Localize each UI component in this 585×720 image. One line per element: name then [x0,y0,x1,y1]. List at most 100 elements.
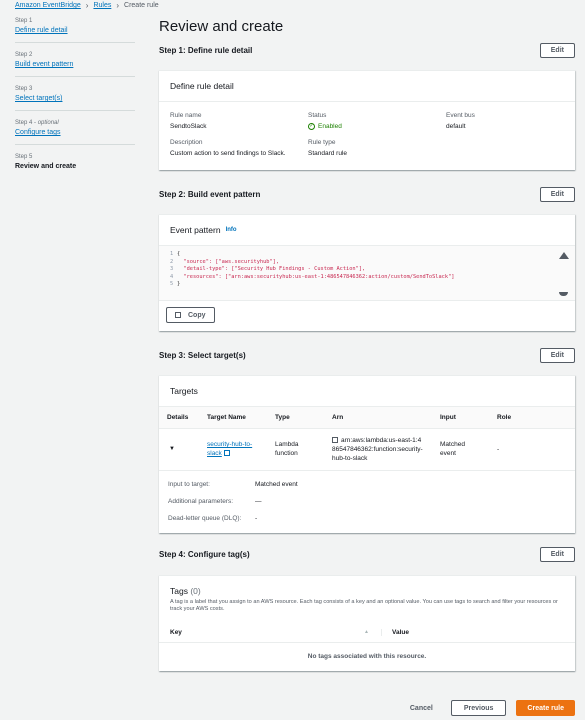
col-key: Key [170,628,182,636]
step-link-select-targets[interactable]: Select target(s) [15,95,135,111]
step3-edit-button[interactable]: Edit [539,347,575,363]
wizard-step-1: Step 1 Define rule detail [15,18,135,43]
breadcrumb-current: Create rule [124,2,159,9]
breadcrumb: Amazon EventBridge › Rules › Create rule [15,1,159,10]
description-value: Custom action to send findings to Slack. [170,150,286,157]
wizard-footer: Cancel Previous Create rule [402,700,575,716]
step4-section-header: Step 4: Configure tag(s) Edit [159,547,575,563]
step-label: Step 4 - optional [15,120,59,126]
tags-title: Tags (0) [170,585,201,596]
target-input: Matched event [432,428,489,471]
chevron-right-icon: › [85,1,89,10]
code-line: 2 "source": ["aws.securityhub"], [170,258,280,265]
input-to-target-row: Input to target: Matched event [168,480,298,488]
check-circle-icon: ✓ [308,123,315,130]
targets-table: Details Target Name Type Arn Input Role … [159,407,575,471]
rule-type-field: Rule type Standard rule [308,139,446,158]
targets-card: Targets Details Target Name Type Arn Inp… [159,375,575,533]
status-field: Status ✓ Enabled [308,112,446,131]
tags-table-header: Key ▲ Value [159,623,575,643]
step-label: Step 1 [15,18,33,24]
step2-edit-button[interactable]: Edit [539,186,575,202]
col-details: Details [159,407,199,429]
dlq-value: - [255,514,258,522]
step3-title: Step 3: Select target(s) [159,350,246,360]
additional-params-value: — [255,497,262,505]
step2-section-header: Step 2: Build event pattern Edit [159,186,575,202]
status-badge: ✓ Enabled [308,123,342,130]
create-rule-button[interactable]: Create rule [516,700,575,716]
col-input: Input [432,407,489,429]
main-content: Review and create Step 1: Define rule de… [159,18,575,671]
optional-label: optional [37,120,59,126]
scroll-up-arrow-icon[interactable] [559,252,569,259]
step-label: Step 2 [15,52,33,58]
code-line: 1{ [170,251,181,257]
chevron-right-icon: › [116,1,120,10]
target-role: - [489,428,575,471]
col-type: Type [267,407,324,429]
step3-section-header: Step 3: Select target(s) Edit [159,347,575,363]
copy-icon[interactable] [332,436,338,443]
event-pattern-code: 1{ 2 "source": ["aws.securityhub"], 3 "d… [159,246,575,301]
dlq-row: Dead-letter queue (DLQ): - [168,514,258,522]
wizard-step-2: Step 2 Build event pattern [15,52,135,77]
step-label: Step 3 [15,86,33,92]
event-pattern-title: Event pattern [170,225,221,235]
expand-row-toggle[interactable]: ▼ [159,428,199,471]
copy-icon [175,312,181,318]
additional-params-row: Additional parameters: — [168,497,262,505]
wizard-step-5: Step 5 Review and create [15,154,135,170]
step2-title: Step 2: Build event pattern [159,189,261,199]
wizard-step-3: Step 3 Select target(s) [15,86,135,111]
step1-section-header: Step 1: Define rule detail Edit [159,42,575,58]
rule-detail-card: Define rule detail Rule name SendtoSlack… [159,70,575,170]
target-arn: arn:aws:lambda:us-east-1:486547846362:fu… [324,428,432,471]
breadcrumb-eventbridge-link[interactable]: Amazon EventBridge [15,2,81,9]
step4-edit-button[interactable]: Edit [539,547,575,562]
info-link[interactable]: Info [226,227,237,233]
targets-card-title: Targets [159,376,575,407]
event-pattern-card-header: Event pattern Info [159,215,575,246]
step-link-configure-tags[interactable]: Configure tags [15,129,135,145]
step-current-review-and-create: Review and create [15,163,77,170]
wizard-steps-sidebar: Step 1 Define rule detail Step 2 Build e… [15,18,135,179]
sort-icon[interactable]: ▲ [364,628,382,636]
input-to-target-value: Matched event [255,480,298,488]
col-role: Role [489,407,575,429]
code-line: 3 "detail-type": ["Security Hub Findings… [170,266,366,272]
event-pattern-card: Event pattern Info 1{ 2 "source": ["aws.… [159,214,575,331]
previous-button[interactable]: Previous [450,700,507,716]
rule-type-value: Standard rule [308,150,348,157]
event-bus-value: default [446,123,466,130]
rule-name-field: Rule name SendtoSlack [170,112,308,131]
event-bus-field: Event bus default [446,112,576,131]
step-link-build-event-pattern[interactable]: Build event pattern [15,61,135,77]
tags-empty-state: No tags associated with this resource. [307,653,427,660]
col-target-name: Target Name [199,407,267,429]
caret-down-icon: ▼ [169,446,175,452]
rule-detail-card-title: Define rule detail [159,71,575,102]
wizard-step-4: Step 4 - optional Configure tags [15,120,135,145]
col-value: Value [392,628,409,636]
tags-description: A tag is a label that you assign to an A… [170,598,558,612]
rule-name-value: SendtoSlack [170,123,207,130]
col-arn: Arn [324,407,432,429]
table-row: ▼ security-hub-to-slack Lambda function … [159,428,575,471]
code-line: 4 "resources": ["arn:aws:securityhub:us-… [170,273,455,280]
breadcrumb-rules-link[interactable]: Rules [93,2,111,9]
step1-title: Step 1: Define rule detail [159,45,253,55]
step-link-define-rule-detail[interactable]: Define rule detail [15,27,135,43]
scroll-down-arrow-icon[interactable] [559,292,568,296]
external-link-icon[interactable] [223,450,230,457]
code-line: 5} [170,281,181,287]
step4-title: Step 4: Configure tag(s) [159,550,250,559]
copy-button[interactable]: Copy [166,307,215,323]
step-label: Step 5 [15,154,33,160]
cancel-button[interactable]: Cancel [402,705,441,712]
tags-card: Tags (0) A tag is a label that you assig… [159,574,575,671]
page-title: Review and create [159,18,284,35]
target-type: Lambda function [267,428,324,471]
step1-edit-button[interactable]: Edit [539,42,575,58]
description-field: Description Custom action to send findin… [170,139,308,158]
